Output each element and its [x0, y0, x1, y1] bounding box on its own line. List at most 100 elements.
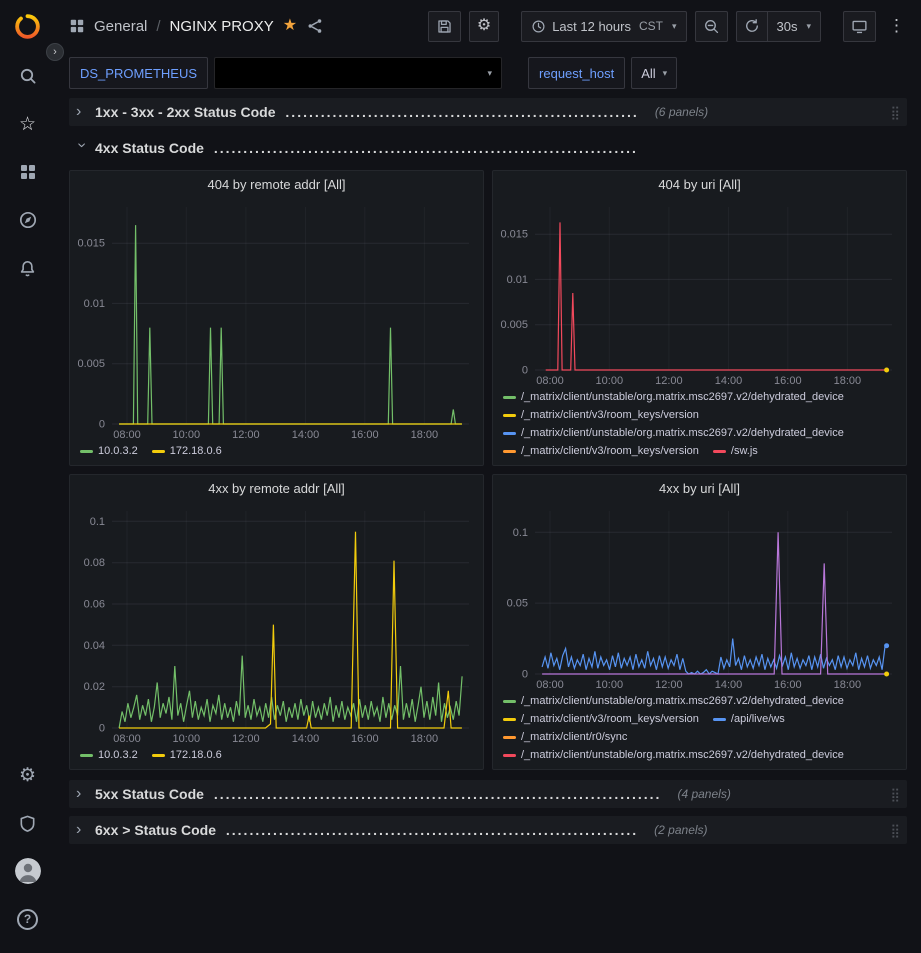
sidebar-item-help[interactable]: ?: [0, 895, 55, 943]
chevron-down-icon: ▾: [663, 69, 668, 78]
variable-value-text: All: [641, 66, 655, 81]
kebab-menu-icon[interactable]: ⋮: [884, 16, 909, 36]
zoom-out-icon: [703, 18, 720, 35]
svg-text:18:00: 18:00: [411, 733, 439, 745]
legend-item[interactable]: 10.0.3.2: [80, 747, 138, 764]
legend-series-color: [503, 432, 516, 435]
variable-value-request-host[interactable]: All ▾: [631, 57, 677, 89]
panel-1: 404 by remote addr [All]00.0050.010.0150…: [69, 170, 484, 466]
chart-svg: 00.0050.010.01508:0010:0012:0014:0016:00…: [70, 197, 483, 442]
svg-text:0.06: 0.06: [84, 599, 105, 611]
row-panel-count: (6 panels): [655, 105, 708, 119]
sidebar-item-configuration[interactable]: ⚙: [0, 751, 55, 799]
dashboard-settings-button[interactable]: ⚙: [469, 11, 499, 42]
row-title: 4xx Status Code ........................…: [95, 140, 638, 156]
refresh-interval-dropdown[interactable]: 30s ▾: [767, 11, 822, 42]
share-icon[interactable]: [306, 17, 324, 35]
svg-text:10:00: 10:00: [596, 375, 624, 387]
panel-chart-area[interactable]: 00.050.108:0010:0012:0014:0016:0018:00: [493, 501, 906, 692]
sidebar-item-server-admin[interactable]: [0, 799, 55, 847]
refresh-interval-label: 30s: [777, 19, 798, 34]
save-dashboard-button[interactable]: [428, 11, 461, 42]
legend-item[interactable]: 172.18.0.6: [152, 443, 222, 460]
svg-text:0.015: 0.015: [77, 238, 105, 250]
svg-text:14:00: 14:00: [715, 375, 743, 387]
legend-item[interactable]: /_matrix/client/v3/room_keys/version: [503, 407, 699, 424]
legend-item[interactable]: 172.18.0.6: [152, 747, 222, 764]
tv-mode-button[interactable]: [843, 11, 876, 42]
svg-text:14:00: 14:00: [292, 733, 320, 745]
panel-chart-area[interactable]: 00.020.040.060.080.108:0010:0012:0014:00…: [70, 501, 483, 746]
row-5xx-status-code[interactable]: › 5xx Status Code ......................…: [69, 780, 907, 808]
panel-4: 4xx by uri [All]00.050.108:0010:0012:001…: [492, 474, 907, 770]
time-range-picker[interactable]: Last 12 hours CST ▾: [521, 11, 686, 42]
breadcrumb: General / NGINX PROXY ★: [69, 17, 324, 35]
svg-text:16:00: 16:00: [351, 429, 379, 441]
legend-series-color: [503, 450, 516, 453]
panel-chart-area[interactable]: 00.0050.010.01508:0010:0012:0014:0016:00…: [70, 197, 483, 442]
row-title: 5xx Status Code ........................…: [95, 786, 661, 802]
sidebar-item-starred[interactable]: ☆: [0, 100, 55, 148]
breadcrumb-dashboard-title[interactable]: NGINX PROXY: [170, 18, 274, 35]
sidebar-item-alerting[interactable]: [0, 244, 55, 292]
chevron-right-icon: ›: [76, 786, 87, 802]
row-1xx-3xx-2xx-status-code[interactable]: › 1xx - 3xx - 2xx Status Code ..........…: [69, 98, 907, 126]
svg-text:18:00: 18:00: [834, 679, 862, 691]
sidebar: ☆ ⚙ ?: [0, 0, 55, 953]
svg-text:0.01: 0.01: [84, 298, 105, 310]
favorite-star-icon[interactable]: ★: [283, 18, 297, 34]
legend-series-label: 172.18.0.6: [170, 747, 222, 764]
legend-series-label: /_matrix/client/v3/room_keys/version: [521, 443, 699, 460]
breadcrumb-separator: /: [156, 18, 160, 35]
sidebar-item-search[interactable]: [0, 52, 55, 100]
legend-item[interactable]: /_matrix/client/unstable/org.matrix.msc2…: [503, 425, 844, 442]
panel-title[interactable]: 404 by remote addr [All]: [70, 171, 483, 197]
panel-chart-area[interactable]: 00.0050.010.01508:0010:0012:0014:0016:00…: [493, 197, 906, 388]
panel-title[interactable]: 4xx by uri [All]: [493, 475, 906, 501]
legend-item[interactable]: /_matrix/client/v3/room_keys/version: [503, 711, 699, 728]
drag-handle-icon[interactable]: ⣿: [890, 788, 900, 801]
chevron-down-icon: ▾: [672, 22, 677, 31]
dashboard-area: › 1xx - 3xx - 2xx Status Code ..........…: [55, 98, 921, 844]
grafana-logo[interactable]: [0, 0, 55, 52]
legend-item[interactable]: /_matrix/client/unstable/org.matrix.msc2…: [503, 747, 844, 764]
svg-text:12:00: 12:00: [655, 679, 683, 691]
legend-item[interactable]: /sw.js: [713, 443, 758, 460]
legend-item[interactable]: 10.0.3.2: [80, 443, 138, 460]
legend-item[interactable]: /_matrix/client/r0/sync: [503, 729, 627, 746]
svg-text:10:00: 10:00: [173, 429, 201, 441]
row-4xx-status-code[interactable]: › 4xx Status Code ......................…: [69, 134, 907, 162]
sidebar-item-profile[interactable]: [0, 847, 55, 895]
svg-text:16:00: 16:00: [774, 375, 802, 387]
refresh-button[interactable]: [736, 11, 767, 42]
drag-handle-icon[interactable]: ⣿: [890, 106, 900, 119]
legend-item[interactable]: /_matrix/client/unstable/org.matrix.msc2…: [503, 693, 844, 710]
drag-handle-icon[interactable]: ⣿: [890, 824, 900, 837]
legend-item[interactable]: /api/live/ws: [713, 711, 785, 728]
sidebar-item-dashboards[interactable]: [0, 148, 55, 196]
svg-text:0: 0: [99, 419, 105, 431]
variable-label-request-host: request_host: [528, 57, 625, 89]
row-6xx-status-code[interactable]: › 6xx > Status Code ....................…: [69, 816, 907, 844]
legend-series-label: 10.0.3.2: [98, 443, 138, 460]
legend-series-label: /api/live/ws: [731, 711, 785, 728]
svg-text:08:00: 08:00: [536, 375, 564, 387]
sidebar-item-explore[interactable]: [0, 196, 55, 244]
legend-item[interactable]: /_matrix/client/unstable/org.matrix.msc2…: [503, 389, 844, 406]
apps-grid-icon[interactable]: [69, 18, 85, 34]
legend-series-label: /_matrix/client/unstable/org.matrix.msc2…: [521, 747, 844, 764]
svg-text:0.02: 0.02: [84, 681, 105, 693]
sidebar-expand-toggle[interactable]: ›: [46, 43, 64, 61]
zoom-out-time-button[interactable]: [695, 11, 728, 42]
chart-svg: 00.050.108:0010:0012:0014:0016:0018:00: [493, 501, 906, 692]
svg-text:10:00: 10:00: [173, 733, 201, 745]
panel-2: 404 by uri [All]00.0050.010.01508:0010:0…: [492, 170, 907, 466]
panel-title[interactable]: 404 by uri [All]: [493, 171, 906, 197]
svg-text:16:00: 16:00: [351, 733, 379, 745]
panel-title[interactable]: 4xx by remote addr [All]: [70, 475, 483, 501]
variable-value-ds-prometheus[interactable]: ▾: [214, 57, 502, 89]
breadcrumb-section[interactable]: General: [94, 18, 147, 35]
legend-series-label: /_matrix/client/unstable/org.matrix.msc2…: [521, 425, 844, 442]
legend-item[interactable]: /_matrix/client/v3/room_keys/version: [503, 443, 699, 460]
svg-text:12:00: 12:00: [232, 733, 260, 745]
